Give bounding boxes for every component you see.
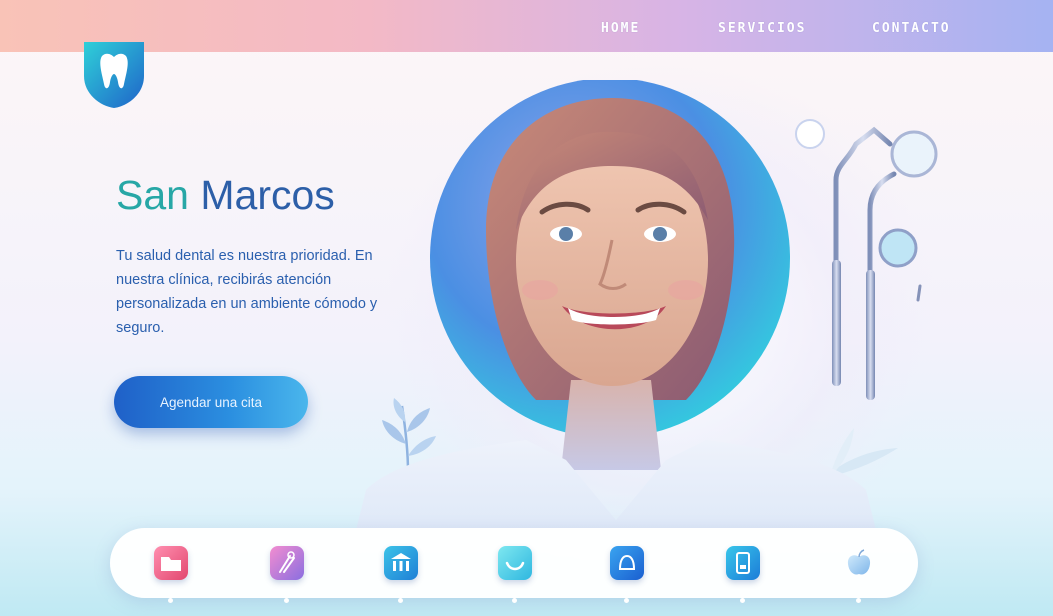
phone-icon[interactable]	[726, 546, 760, 580]
tooth-shield-icon[interactable]	[610, 546, 644, 580]
tooth-icon[interactable]	[78, 36, 150, 110]
dock-indicator	[398, 598, 403, 603]
dock-indicator	[168, 598, 173, 603]
nav-servicios[interactable]: SERVICIOS	[718, 21, 806, 36]
brand-name-part1: San	[116, 172, 189, 218]
smile-icon[interactable]	[498, 546, 532, 580]
nav-contacto[interactable]: CONTACTO	[872, 21, 951, 36]
apple-icon[interactable]	[842, 546, 876, 580]
brand-name-part2: Marcos	[200, 172, 335, 218]
dock-indicator	[512, 598, 517, 603]
tooth-tools-icon[interactable]	[270, 546, 304, 580]
nav-home[interactable]: HOME	[601, 21, 640, 36]
dock-indicator	[856, 598, 861, 603]
folder-icon[interactable]	[154, 546, 188, 580]
dock-indicator	[740, 598, 745, 603]
brand-title: San Marcos	[116, 172, 335, 219]
dental-instruments-decoration	[786, 110, 956, 440]
schedule-appointment-button[interactable]: Agendar una cita	[114, 376, 308, 428]
dock-indicator	[284, 598, 289, 603]
dock-indicator	[624, 598, 629, 603]
clinic-icon[interactable]	[384, 546, 418, 580]
